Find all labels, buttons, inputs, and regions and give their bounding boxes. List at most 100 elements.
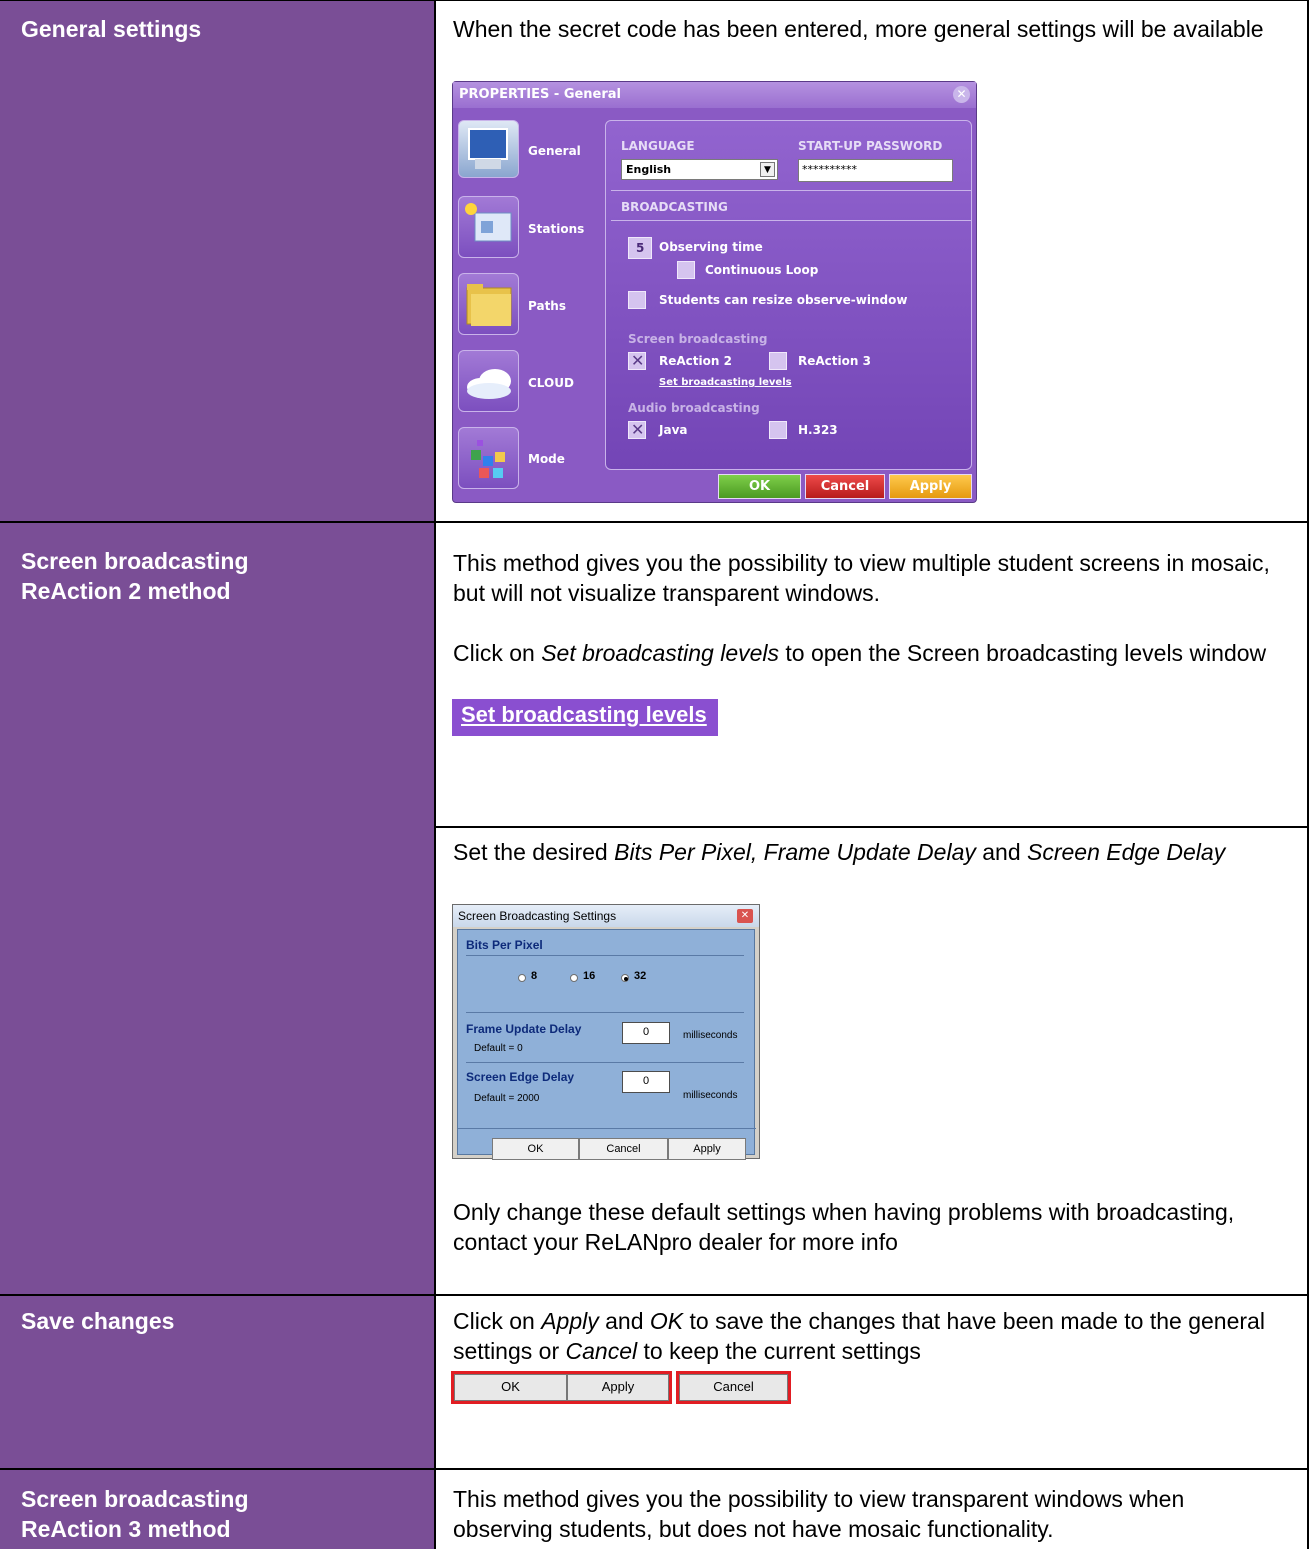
mode-icon [471,440,505,478]
sbs-ok-button[interactable]: OK [492,1138,579,1160]
h323-checkbox[interactable] [769,421,787,439]
default-settings-warning: Only change these default settings when … [453,1199,1235,1255]
screen-edge-delay-input[interactable]: 0 [622,1071,670,1093]
folder-icon [466,284,512,326]
screen-edge-delay-header: Screen Edge Delay [466,1070,575,1084]
password-field[interactable]: ********** [798,159,953,182]
close-icon[interactable]: ✕ [953,86,970,103]
observing-time-value: 5 [636,241,645,255]
properties-apply-button[interactable]: Apply [889,474,972,499]
reaction3-label-line2: ReAction 3 method [21,1516,231,1542]
h323-option-label: H.323 [798,423,838,437]
frame-update-delay-header: Frame Update Delay [466,1022,582,1036]
general-description: When the secret code has been entered, m… [453,16,1264,42]
observing-time-field[interactable]: 5 [628,237,652,259]
language-select-value: English [626,163,672,176]
chevron-down-icon[interactable]: ▼ [760,162,775,177]
save-text-em3: Cancel [565,1338,638,1364]
java-option-label: Java [659,423,688,437]
sidebar-tile-paths[interactable] [458,273,519,335]
properties-main-panel: LANGUAGE START-UP PASSWORD English ▼ ***… [605,120,972,470]
set-broadcasting-levels-image-label: Set broadcasting levels [461,702,707,727]
save-cancel-button[interactable]: Cancel [679,1374,788,1401]
row-divider-1 [0,521,1309,523]
close-icon[interactable]: ✕ [737,909,753,923]
reaction2-checkbox[interactable] [628,351,646,370]
save-changes-description: Click on Apply and OK to save the change… [453,1306,1298,1366]
frame-update-delay-input[interactable]: 0 [622,1022,670,1044]
table-column-divider [434,0,436,1549]
sidebar-item-general[interactable]: General [528,144,581,158]
bits-instruction-mid: and [975,839,1028,865]
screen-broadcasting-settings-dialog: Screen Broadcasting Settings ✕ Bits Per … [452,904,760,1160]
save-changes-label: Save changes [21,1308,175,1334]
sidebar-tile-stations[interactable] [458,196,519,258]
bits-instruction: Set the desired Bits Per Pixel, Frame Up… [453,837,1298,867]
cloud-icon [467,369,511,399]
sidebar-item-mode[interactable]: Mode [528,452,565,466]
sbs-cancel-button[interactable]: Cancel [579,1138,668,1160]
bits-8-radio[interactable] [518,974,526,982]
properties-title-bar: PROPERTIES - General ✕ [453,82,976,108]
properties-dialog: PROPERTIES - General ✕ General Stations … [452,81,977,503]
observing-time-label: Observing time [659,240,763,254]
sbs-separator-0 [466,955,744,956]
panel-separator-2 [611,220,971,221]
save-ok-button[interactable]: OK [454,1374,567,1401]
language-select[interactable]: English ▼ [621,159,778,180]
sidebar-item-cloud[interactable]: CLOUD [528,376,574,390]
reaction2-click-em: Set broadcasting levels [541,640,780,666]
reaction2-description: This method gives you the possibility to… [453,550,1270,606]
audio-broadcasting-subheader: Audio broadcasting [628,401,760,415]
language-header: LANGUAGE [621,139,695,153]
row-divider-3 [0,1468,1309,1470]
password-field-value: ********** [802,163,857,176]
bits-32-label: 32 [634,970,647,982]
stations-icon [465,203,512,242]
continuous-loop-checkbox[interactable] [677,261,695,279]
save-text-em2: OK [649,1308,684,1334]
row-divider-2 [0,1294,1309,1296]
row-divider-inner [436,826,1309,828]
bits-per-pixel-header: Bits Per Pixel [466,938,543,952]
screen-broadcasting-subheader: Screen broadcasting [628,332,768,346]
screen-edge-default: Default = 2000 [474,1093,540,1104]
sbs-apply-button[interactable]: Apply [668,1138,746,1160]
set-broadcasting-levels-link[interactable]: Set broadcasting levels [659,377,792,388]
table-top-border [0,0,1309,1]
reaction2-click-instruction: Click on Set broadcasting levels to open… [453,638,1298,668]
continuous-loop-label: Continuous Loop [705,263,819,277]
reaction2-label-line1: Screen broadcasting [21,548,249,574]
properties-cancel-button[interactable]: Cancel [805,474,885,499]
sidebar-item-paths[interactable]: Paths [528,299,566,313]
bits-16-radio[interactable] [570,974,578,982]
save-text-p1: Click on [453,1308,542,1334]
reaction2-click-prefix: Click on [453,640,542,666]
frame-update-default: Default = 0 [474,1043,523,1054]
sbs-body: Bits Per Pixel 8 16 32 Frame Update Dela… [457,929,756,1160]
general-settings-label: General settings [21,16,202,42]
sidebar-tile-mode[interactable] [458,427,519,489]
bits-instruction-em2: Screen Edge Delay [1027,839,1226,865]
reaction3-label: Screen broadcasting ReAction 3 method [21,1484,421,1544]
reaction3-label-line1: Screen broadcasting [21,1486,249,1512]
properties-ok-button[interactable]: OK [718,474,801,499]
reaction3-option-label: ReAction 3 [798,354,871,368]
java-checkbox[interactable] [628,420,646,439]
bits-16-label: 16 [583,970,596,982]
bits-32-radio[interactable] [621,974,629,982]
save-text-em1: Apply [541,1308,599,1334]
save-text-p2: and [598,1308,650,1334]
sidebar-tile-cloud[interactable] [458,350,519,412]
sidebar-item-stations[interactable]: Stations [528,222,584,236]
save-apply-button[interactable]: Apply [567,1374,669,1401]
panel-separator-1 [611,190,971,191]
set-broadcasting-levels-image[interactable]: Set broadcasting levels [452,699,718,736]
sidebar-tile-general[interactable] [458,120,519,178]
reaction3-checkbox[interactable] [769,352,787,370]
sbs-separator-2 [466,1062,744,1063]
bits-instruction-em1: Bits Per Pixel, Frame Update Delay [614,839,976,865]
resize-window-checkbox[interactable] [628,291,646,309]
properties-title: PROPERTIES - General [459,87,622,102]
frame-update-unit: milliseconds [683,1030,738,1041]
